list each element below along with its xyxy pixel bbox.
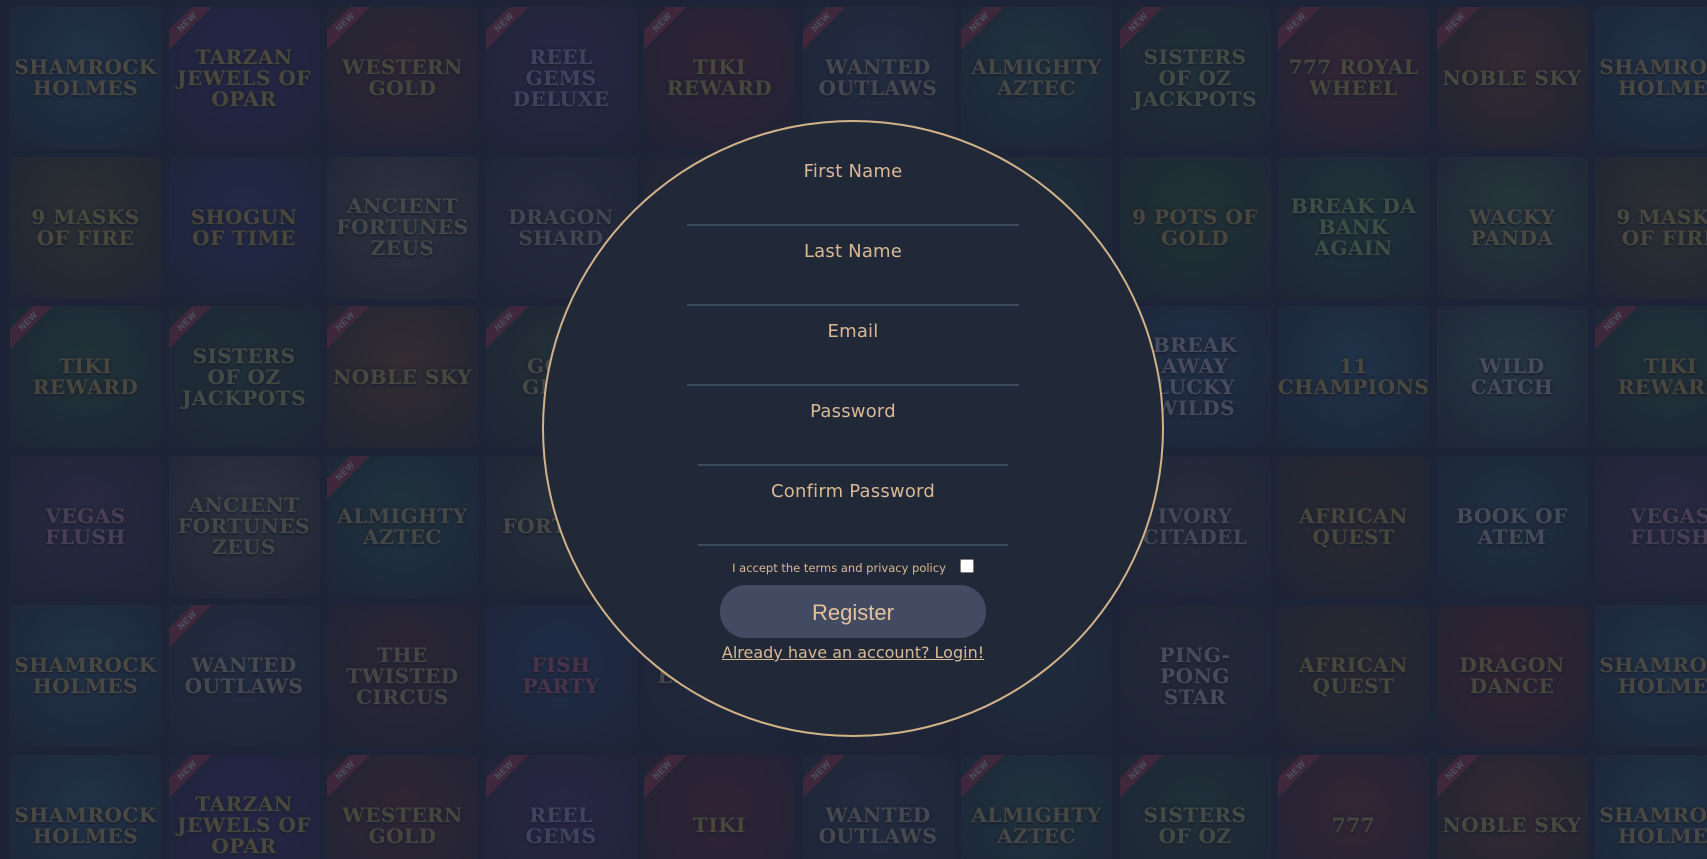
confirm-password-label: Confirm Password: [771, 481, 935, 502]
terms-checkbox[interactable]: [959, 559, 974, 573]
first-name-input[interactable]: [687, 184, 1023, 216]
email-input[interactable]: [687, 344, 1023, 376]
confirm-password-input[interactable]: [698, 504, 1012, 536]
terms-label: I accept the terms and privacy policy: [732, 561, 946, 575]
email-label: Email: [827, 321, 879, 342]
last-name-field: Last Name: [687, 240, 1023, 306]
first-name-label: First Name: [803, 161, 903, 182]
register-form: First Name Last Name Email Password Conf…: [0, 0, 1707, 859]
password-field: Password: [698, 400, 1012, 466]
password-label: Password: [810, 401, 896, 422]
first-name-field: First Name: [687, 160, 1023, 226]
login-link[interactable]: Already have an account? Login!: [687, 643, 1019, 662]
terms-row: I accept the terms and privacy policy: [687, 558, 1019, 578]
register-button[interactable]: Register: [720, 585, 986, 638]
confirm-password-field: Confirm Password: [698, 480, 1012, 546]
last-name-label: Last Name: [803, 241, 903, 262]
last-name-input[interactable]: [687, 264, 1023, 296]
email-field: Email: [687, 320, 1023, 386]
password-input[interactable]: [698, 424, 1012, 456]
